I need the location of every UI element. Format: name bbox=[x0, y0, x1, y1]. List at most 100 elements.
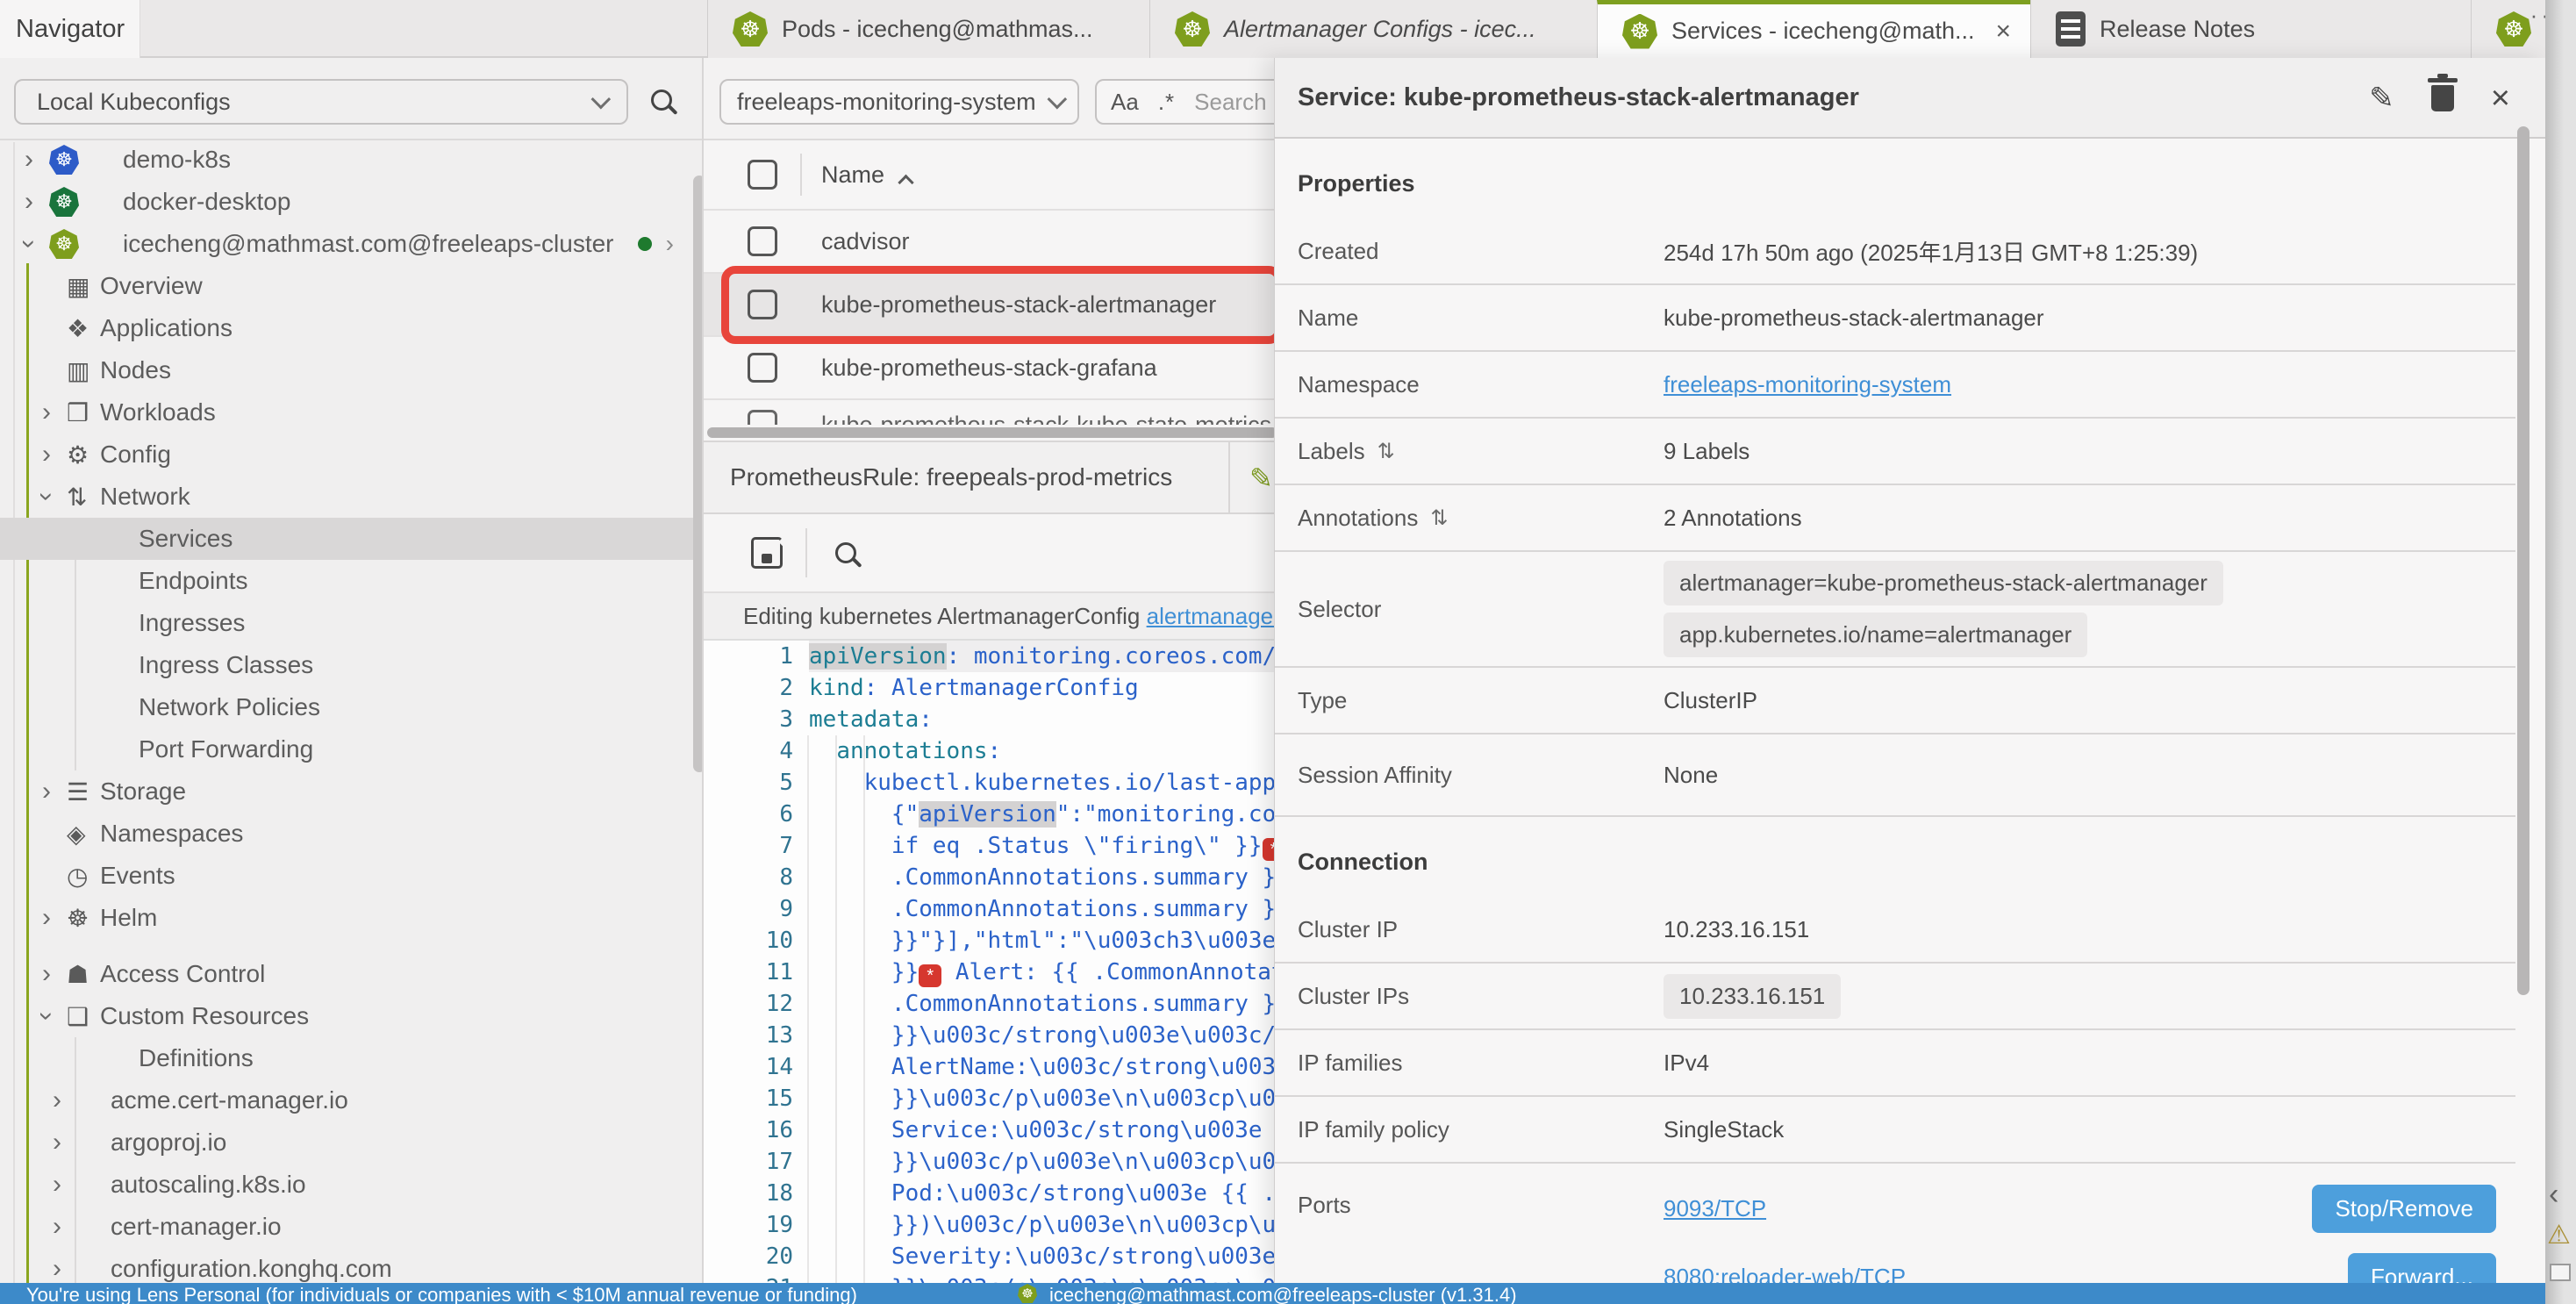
regex-icon[interactable]: .* bbox=[1158, 89, 1175, 116]
search-icon[interactable] bbox=[835, 542, 856, 563]
sidebar-item[interactable]: cert-manager.io › bbox=[0, 1206, 693, 1248]
document-tab[interactable]: Alertmanager Configs - icec... bbox=[1149, 0, 1597, 58]
sidebar-item[interactable]: Ingress Classes › bbox=[0, 644, 693, 686]
service-name[interactable]: cadvisor bbox=[821, 228, 910, 255]
property-label: Name bbox=[1298, 305, 1358, 332]
table-row[interactable]: kube-prometheus-stack-grafana bbox=[704, 337, 1283, 400]
search-input[interactable] bbox=[1194, 89, 1283, 116]
horizontal-scrollbar[interactable] bbox=[707, 427, 1277, 438]
document-tab[interactable]: Release Notes bbox=[2030, 0, 2471, 58]
edit-pencil-icon[interactable]: ✎ bbox=[1249, 462, 1273, 495]
service-name[interactable]: kube-prometheus-stack-grafana bbox=[821, 355, 1157, 382]
document-tab[interactable]: Services - icecheng@math... × bbox=[1597, 0, 2030, 58]
sidebar-item[interactable]: demo-k8s › bbox=[0, 139, 693, 181]
panel-scrollbar[interactable] bbox=[2517, 126, 2529, 995]
row-checkbox[interactable] bbox=[748, 353, 777, 383]
namespace-select[interactable]: freeleaps-monitoring-system bbox=[719, 79, 1079, 125]
sidebar-item[interactable]: autoscaling.k8s.io › bbox=[0, 1164, 693, 1206]
match-case-icon[interactable]: Aa bbox=[1111, 89, 1139, 116]
service-name[interactable]: kube-prometheus-stack-alertmanager bbox=[821, 291, 1216, 319]
chevron-icon[interactable] bbox=[42, 777, 67, 806]
save-icon[interactable] bbox=[751, 537, 783, 569]
sidebar-item[interactable]: ⇅ Network › bbox=[0, 476, 693, 518]
sidebar-item[interactable]: acme.cert-manager.io › bbox=[0, 1079, 693, 1121]
sidebar-item[interactable]: ❖ Applications › bbox=[0, 307, 693, 349]
sidebar-item[interactable]: ☸ Helm › bbox=[0, 897, 693, 939]
yaml-editor[interactable]: 123456789101112131415161718192021 apiVer… bbox=[704, 641, 1283, 1283]
sidebar-item[interactable]: argoproj.io › bbox=[0, 1121, 693, 1164]
sort-icon[interactable]: ⇅ bbox=[1430, 505, 1448, 531]
chevron-icon[interactable] bbox=[53, 1170, 77, 1200]
sidebar-item[interactable]: ❒ Workloads › bbox=[0, 391, 693, 433]
chevron-right-icon[interactable]: › bbox=[666, 230, 674, 258]
kubeconfig-select[interactable]: Local Kubeconfigs bbox=[14, 79, 628, 125]
chevron-icon[interactable] bbox=[25, 145, 49, 175]
chevron-icon[interactable] bbox=[25, 187, 49, 217]
select-all-checkbox[interactable] bbox=[748, 160, 777, 190]
active-cluster-text[interactable]: icecheng@mathmast.com@freeleaps-cluster … bbox=[1049, 1284, 1517, 1304]
sidebar-item[interactable]: ▥ Nodes › bbox=[0, 349, 693, 391]
sidebar-item[interactable]: Services › bbox=[0, 518, 693, 560]
search-icon[interactable] bbox=[651, 90, 672, 111]
sidebar-item[interactable]: icecheng@mathmast.com@freeleaps-cluster … bbox=[0, 223, 693, 265]
document-tab[interactable]: Pods - icecheng@mathmas... bbox=[707, 0, 1149, 58]
sidebar-item[interactable]: ◷ Events › bbox=[0, 855, 693, 897]
chevron-icon[interactable] bbox=[42, 1001, 67, 1031]
table-row[interactable]: kube-prometheus-stack-kube-state-metrics bbox=[704, 400, 1283, 425]
row-checkbox[interactable] bbox=[748, 290, 777, 319]
sidebar-item[interactable]: Endpoints › bbox=[0, 560, 693, 602]
port-action-button[interactable]: Stop/Remove bbox=[2312, 1185, 2496, 1233]
alertmanager-link[interactable]: alertmanager bbox=[1147, 603, 1281, 630]
close-icon[interactable]: × bbox=[2491, 82, 2510, 115]
sidebar-item[interactable]: docker-desktop › bbox=[0, 181, 693, 223]
sidebar-item[interactable]: ☰ Storage › bbox=[0, 770, 693, 813]
chevron-icon[interactable] bbox=[53, 1212, 77, 1242]
code-line: if eq .Status \"firing\" }}* bbox=[809, 830, 1283, 862]
sidebar-item-label: icecheng@mathmast.com@freeleaps-cluster bbox=[123, 230, 614, 258]
sidebar-item[interactable]: ⚙ Config › bbox=[0, 433, 693, 476]
line-number: 11 bbox=[704, 957, 793, 988]
chevron-icon[interactable] bbox=[53, 1254, 77, 1283]
code-line: {"apiVersion":"monitoring.core bbox=[809, 799, 1283, 830]
sidebar-item[interactable]: Port Forwarding › bbox=[0, 728, 693, 770]
chevron-icon[interactable] bbox=[42, 959, 67, 989]
table-rows: cadvisor kube-prometheus-stack-alertmana… bbox=[704, 211, 1283, 425]
name-column-header[interactable]: Name bbox=[821, 161, 884, 189]
service-name[interactable]: kube-prometheus-stack-kube-state-metrics bbox=[821, 412, 1271, 426]
port-action-button[interactable]: Forward... bbox=[2348, 1253, 2496, 1284]
sidebar-item[interactable]: ❑ Custom Resources › bbox=[0, 995, 693, 1037]
chevron-icon[interactable] bbox=[42, 482, 67, 512]
property-value-cell: alertmanager=kube-prometheus-stack-alert… bbox=[1664, 552, 2515, 666]
port-link[interactable]: 8080:reloader-web/TCP bbox=[1664, 1264, 1906, 1284]
sidebar-item[interactable]: ◈ Namespaces › bbox=[0, 813, 693, 855]
sidebar-scrollbar[interactable] bbox=[693, 176, 702, 772]
chevron-icon[interactable] bbox=[53, 1085, 77, 1115]
sidebar-item[interactable]: Network Policies › bbox=[0, 686, 693, 728]
code-line: apiVersion: monitoring.coreos.com/v1 bbox=[809, 641, 1283, 672]
sort-ascending-icon[interactable] bbox=[898, 174, 913, 190]
chevron-icon[interactable] bbox=[25, 229, 49, 259]
property-value-cell: 2 Annotations bbox=[1664, 496, 2515, 541]
sidebar-item[interactable]: ▦ Overview › bbox=[0, 265, 693, 307]
sidebar-item[interactable]: configuration.konghq.com › bbox=[0, 1248, 693, 1283]
tab-close-icon[interactable]: × bbox=[1995, 17, 2011, 47]
table-row[interactable]: kube-prometheus-stack-alertmanager bbox=[704, 274, 1283, 337]
property-row: Cluster IP 10.233.16.151 bbox=[1275, 897, 2515, 964]
sidebar-item-label: Overview bbox=[100, 272, 203, 300]
port-link[interactable]: 9093/TCP bbox=[1664, 1195, 1766, 1222]
row-checkbox[interactable] bbox=[748, 226, 777, 256]
edit-pencil-icon[interactable]: ✎ bbox=[2369, 81, 2394, 116]
row-checkbox[interactable] bbox=[748, 410, 777, 425]
sidebar-item[interactable]: Ingresses › bbox=[0, 602, 693, 644]
sort-icon[interactable]: ⇅ bbox=[1377, 439, 1395, 464]
code-line: Pod:\u003c/strong\u003e {{ .Co bbox=[809, 1178, 1283, 1209]
table-row[interactable]: cadvisor bbox=[704, 211, 1283, 274]
delete-trash-icon[interactable] bbox=[2431, 85, 2454, 111]
property-value: freeleaps-monitoring-system bbox=[1664, 371, 2515, 398]
sidebar-item[interactable]: Definitions › bbox=[0, 1037, 693, 1079]
chevron-icon[interactable] bbox=[42, 440, 67, 469]
chevron-icon[interactable] bbox=[53, 1128, 77, 1157]
chevron-icon[interactable] bbox=[42, 903, 67, 933]
chevron-icon[interactable] bbox=[42, 398, 67, 427]
sidebar-item[interactable]: ☗ Access Control › bbox=[0, 953, 693, 995]
